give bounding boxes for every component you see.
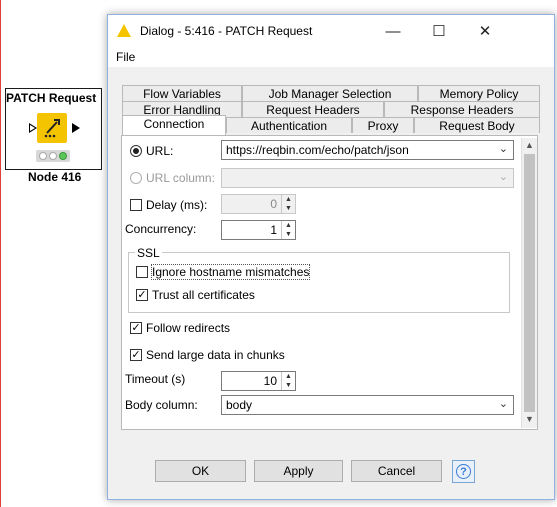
title-bar[interactable]: Dialog - 5:416 - PATCH Request — ☐ ✕ [108, 15, 554, 47]
delay-checkbox[interactable] [130, 199, 142, 211]
chevron-down-icon[interactable]: ⌄ [499, 170, 508, 183]
trust-all-checkbox[interactable]: ✓ [136, 289, 148, 301]
tab-job-manager-selection[interactable]: Job Manager Selection [242, 85, 418, 101]
tab-request-body[interactable]: Request Body [414, 117, 540, 133]
node-label: Node 416 [28, 170, 82, 184]
tab-authentication[interactable]: Authentication [226, 117, 352, 133]
url-column-label: URL column: [146, 171, 215, 185]
concurrency-value: 1 [270, 223, 277, 237]
send-chunks-label: Send large data in chunks [146, 348, 285, 362]
send-chunks-checkbox[interactable]: ✓ [130, 349, 142, 361]
chevron-down-icon[interactable]: ⌄ [499, 142, 508, 155]
status-light-yellow [49, 152, 57, 160]
concurrency-spinner[interactable]: 1 ▲ ▼ [221, 220, 296, 240]
ignore-hostname-label: Ignore hostname mismatches [150, 264, 311, 280]
status-light-red [39, 152, 47, 160]
concurrency-stepper[interactable]: ▲ ▼ [281, 221, 295, 239]
ignore-hostname-checkbox[interactable] [136, 266, 148, 278]
delay-value: 0 [270, 197, 277, 211]
timeout-value: 10 [263, 374, 277, 388]
help-icon: ? [456, 464, 471, 479]
rest-node-icon[interactable] [37, 113, 67, 143]
tab-memory-policy[interactable]: Memory Policy [418, 85, 540, 101]
timeout-spinner[interactable]: 10 ▲ ▼ [221, 371, 296, 391]
delay-spinner[interactable]: 0 ▲ ▼ [221, 194, 296, 214]
timeout-label: Timeout (s) [125, 372, 186, 386]
tab-response-headers[interactable]: Response Headers [384, 101, 540, 117]
status-light-green [59, 152, 67, 160]
output-port-icon[interactable] [72, 123, 80, 133]
concurrency-label: Concurrency: [125, 222, 197, 236]
delay-stepper[interactable]: ▲ ▼ [281, 195, 295, 213]
dialog-title: Dialog - 5:416 - PATCH Request [140, 24, 313, 38]
help-button[interactable]: ? [452, 460, 475, 483]
input-port-inner [30, 125, 35, 131]
tab-request-headers[interactable]: Request Headers [242, 101, 384, 117]
url-column-select[interactable]: ⌄ [221, 168, 514, 188]
scrollbar-thumb[interactable] [524, 154, 535, 412]
minimize-button[interactable]: — [370, 15, 416, 47]
ssl-title: SSL [135, 246, 162, 260]
menu-bar: File [108, 47, 554, 67]
cancel-button[interactable]: Cancel [351, 460, 442, 482]
trust-all-label: Trust all certificates [152, 288, 255, 302]
maximize-button[interactable]: ☐ [416, 15, 462, 47]
window-edge [0, 0, 1, 507]
ssl-group [128, 252, 510, 313]
apply-button[interactable]: Apply [254, 460, 343, 482]
chevron-down-icon[interactable]: ⌄ [499, 397, 508, 410]
vertical-scrollbar[interactable]: ▲ ▼ [521, 138, 537, 428]
delay-label: Delay (ms): [146, 198, 208, 212]
body-column-label: Body column: [125, 398, 198, 412]
node-title: PATCH Request [6, 91, 97, 105]
body-column-select[interactable]: body ⌄ [221, 395, 514, 415]
scroll-down-icon[interactable]: ▼ [525, 415, 534, 424]
tab-proxy[interactable]: Proxy [352, 117, 414, 133]
url-label: URL: [146, 144, 174, 158]
tab-flow-variables[interactable]: Flow Variables [122, 85, 242, 101]
node-status-lights [36, 150, 70, 162]
menu-file[interactable]: File [116, 50, 135, 64]
url-input[interactable]: https://reqbin.com/echo/patch/json ⌄ [221, 140, 514, 160]
follow-redirects-checkbox[interactable]: ✓ [130, 322, 142, 334]
url-column-radio[interactable] [130, 172, 142, 184]
close-button[interactable]: ✕ [462, 15, 508, 47]
timeout-stepper[interactable]: ▲ ▼ [281, 372, 295, 390]
url-radio[interactable] [130, 145, 142, 157]
follow-redirects-label: Follow redirects [146, 321, 231, 335]
scroll-up-icon[interactable]: ▲ [525, 141, 534, 150]
ok-button[interactable]: OK [155, 460, 246, 482]
body-column-value: body [226, 398, 253, 412]
knime-icon [117, 24, 131, 37]
tab-connection[interactable]: Connection [122, 115, 226, 135]
url-value: https://reqbin.com/echo/patch/json [226, 143, 409, 157]
